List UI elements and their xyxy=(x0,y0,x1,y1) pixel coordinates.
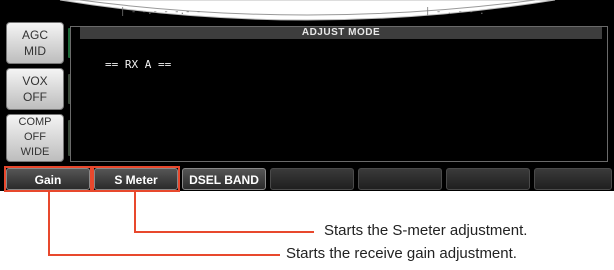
top-arc-fragment-left: | - -.- - -.- - xyxy=(120,7,201,17)
gain-leader-vertical xyxy=(48,192,50,255)
agc-value: MID xyxy=(24,44,46,58)
vox-value: OFF xyxy=(23,90,47,104)
radio-display: | - -.- - -.- - | - . - - . AGC MID VOX … xyxy=(0,0,614,191)
vox-button[interactable]: VOX OFF xyxy=(6,68,64,110)
vox-label: VOX xyxy=(22,74,48,88)
blank-softkey-4[interactable] xyxy=(270,168,354,190)
comp-label: COMP xyxy=(18,116,52,128)
agc-button[interactable]: AGC MID xyxy=(6,22,64,64)
comp-button[interactable]: COMP OFF WIDE xyxy=(6,114,64,162)
s-meter-softkey[interactable]: S Meter xyxy=(94,168,178,190)
adjust-panel xyxy=(70,26,608,162)
comp-value: OFF xyxy=(24,131,46,143)
agc-label: AGC xyxy=(21,28,48,42)
rx-a-label: == RX A == xyxy=(105,58,172,71)
s-meter-callout: Starts the S-meter adjustment. xyxy=(324,222,528,239)
dsel-band-softkey[interactable]: DSEL BAND xyxy=(182,168,266,190)
gain-softkey[interactable]: Gain xyxy=(6,168,90,190)
sidebar: AGC MID VOX OFF COMP OFF WIDE xyxy=(6,22,71,162)
s-meter-leader-horizontal xyxy=(134,231,314,233)
blank-softkey-6[interactable] xyxy=(446,168,530,190)
softkey-bar: Gain S Meter DSEL BAND xyxy=(6,168,612,190)
gain-leader-horizontal xyxy=(48,254,280,256)
s-meter-leader-vertical xyxy=(134,192,136,232)
adjust-mode-header: ADJUST MODE xyxy=(80,27,602,39)
blank-softkey-5[interactable] xyxy=(358,168,442,190)
gain-callout: Starts the receive gain adjustment. xyxy=(286,245,517,262)
comp-width: WIDE xyxy=(20,146,50,158)
blank-softkey-7[interactable] xyxy=(534,168,612,190)
top-arc-decoration: | - -.- - -.- - | - . - - . xyxy=(59,0,556,21)
top-arc-fragment-right: | - . - - . xyxy=(425,7,485,17)
